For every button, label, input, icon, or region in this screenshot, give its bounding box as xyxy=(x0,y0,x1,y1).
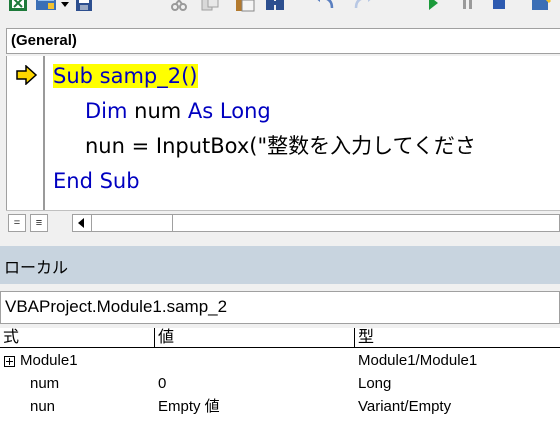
code-line-1[interactable]: Sub samp_2() xyxy=(53,62,198,90)
locals-title-text: ローカル xyxy=(4,260,69,277)
column-header-expression[interactable]: 式 xyxy=(0,328,155,348)
procedure-view-label: = xyxy=(13,217,21,229)
row-type: Module1/Module1 xyxy=(358,352,478,369)
row-expression: Module1 xyxy=(20,352,78,369)
object-combobox[interactable]: (General) xyxy=(6,28,560,54)
insert-module-icon[interactable] xyxy=(34,0,58,12)
locals-context-field: VBAProject.Module1.samp_2 xyxy=(0,291,560,324)
cut-icon[interactable] xyxy=(170,0,188,12)
toolbar xyxy=(0,0,560,20)
code-line-1-text: Sub samp_2() xyxy=(53,64,198,88)
procedure-view-button[interactable]: = xyxy=(8,214,26,232)
dropdown-arrow-icon[interactable] xyxy=(60,0,70,12)
code-line-2[interactable]: Dim num As Long xyxy=(85,97,271,125)
redo-icon[interactable] xyxy=(350,0,376,12)
table-row[interactable]: num 0 Long xyxy=(0,374,560,395)
row-expression: num xyxy=(30,375,60,392)
column-header-value-label: 値 xyxy=(158,329,175,346)
paste-icon[interactable] xyxy=(234,0,258,12)
indicator-margin[interactable] xyxy=(7,56,45,210)
row-value: Empty 値 xyxy=(158,398,220,415)
arrow-icon xyxy=(16,65,38,85)
undo-icon[interactable] xyxy=(312,0,338,12)
column-header-value[interactable]: 値 xyxy=(155,328,355,348)
locals-context-text: VBAProject.Module1.samp_2 xyxy=(5,297,228,316)
code-keyword: As Long xyxy=(187,99,271,123)
scrollbar-thumb[interactable] xyxy=(91,214,173,232)
scroll-left-icon[interactable] xyxy=(75,216,87,230)
code-line-3[interactable]: nun = InputBox("整数を入力してくださ xyxy=(85,132,476,160)
design-mode-icon[interactable] xyxy=(530,0,552,12)
code-keyword: Dim xyxy=(85,99,128,123)
save-icon[interactable] xyxy=(74,0,94,12)
row-type: Long xyxy=(358,375,392,392)
column-header-type[interactable]: 型 xyxy=(355,328,560,348)
row-value: 0 xyxy=(158,375,167,392)
object-combobox-value: (General) xyxy=(11,32,77,49)
code-pane-bottom-bar: = ≡ xyxy=(6,210,560,235)
break-icon[interactable] xyxy=(460,0,476,12)
table-row[interactable]: Module1 Module1/Module1 xyxy=(0,351,560,372)
view-excel-icon[interactable] xyxy=(8,0,28,12)
code-keyword: End Sub xyxy=(53,169,140,193)
reset-icon[interactable] xyxy=(490,0,508,12)
column-header-type-label: 型 xyxy=(358,329,375,346)
row-type: Variant/Empty xyxy=(358,398,452,415)
expand-icon[interactable] xyxy=(4,356,15,367)
run-icon[interactable] xyxy=(424,0,442,12)
module-view-label: ≡ xyxy=(35,217,43,229)
horizontal-scrollbar[interactable] xyxy=(72,214,560,232)
code-identifier: num xyxy=(127,99,188,123)
module-view-button[interactable]: ≡ xyxy=(30,214,48,232)
find-icon[interactable] xyxy=(264,0,288,12)
row-expression: nun xyxy=(30,398,56,415)
code-line-3-text: nun = InputBox("整数を入力してくださ xyxy=(85,134,476,158)
code-line-4[interactable]: End Sub xyxy=(53,167,140,195)
copy-icon[interactable] xyxy=(200,0,222,12)
locals-window-title[interactable]: ローカル xyxy=(0,246,560,284)
locals-grid: 式 値 型 Module1 Module1/Module1 num 0 Long… xyxy=(0,328,560,435)
table-row[interactable]: nun Empty 値 Variant/Empty xyxy=(0,397,560,418)
column-header-expression-label: 式 xyxy=(3,329,20,346)
code-pane[interactable]: Sub samp_2() Dim num As Long nun = Input… xyxy=(6,56,560,210)
